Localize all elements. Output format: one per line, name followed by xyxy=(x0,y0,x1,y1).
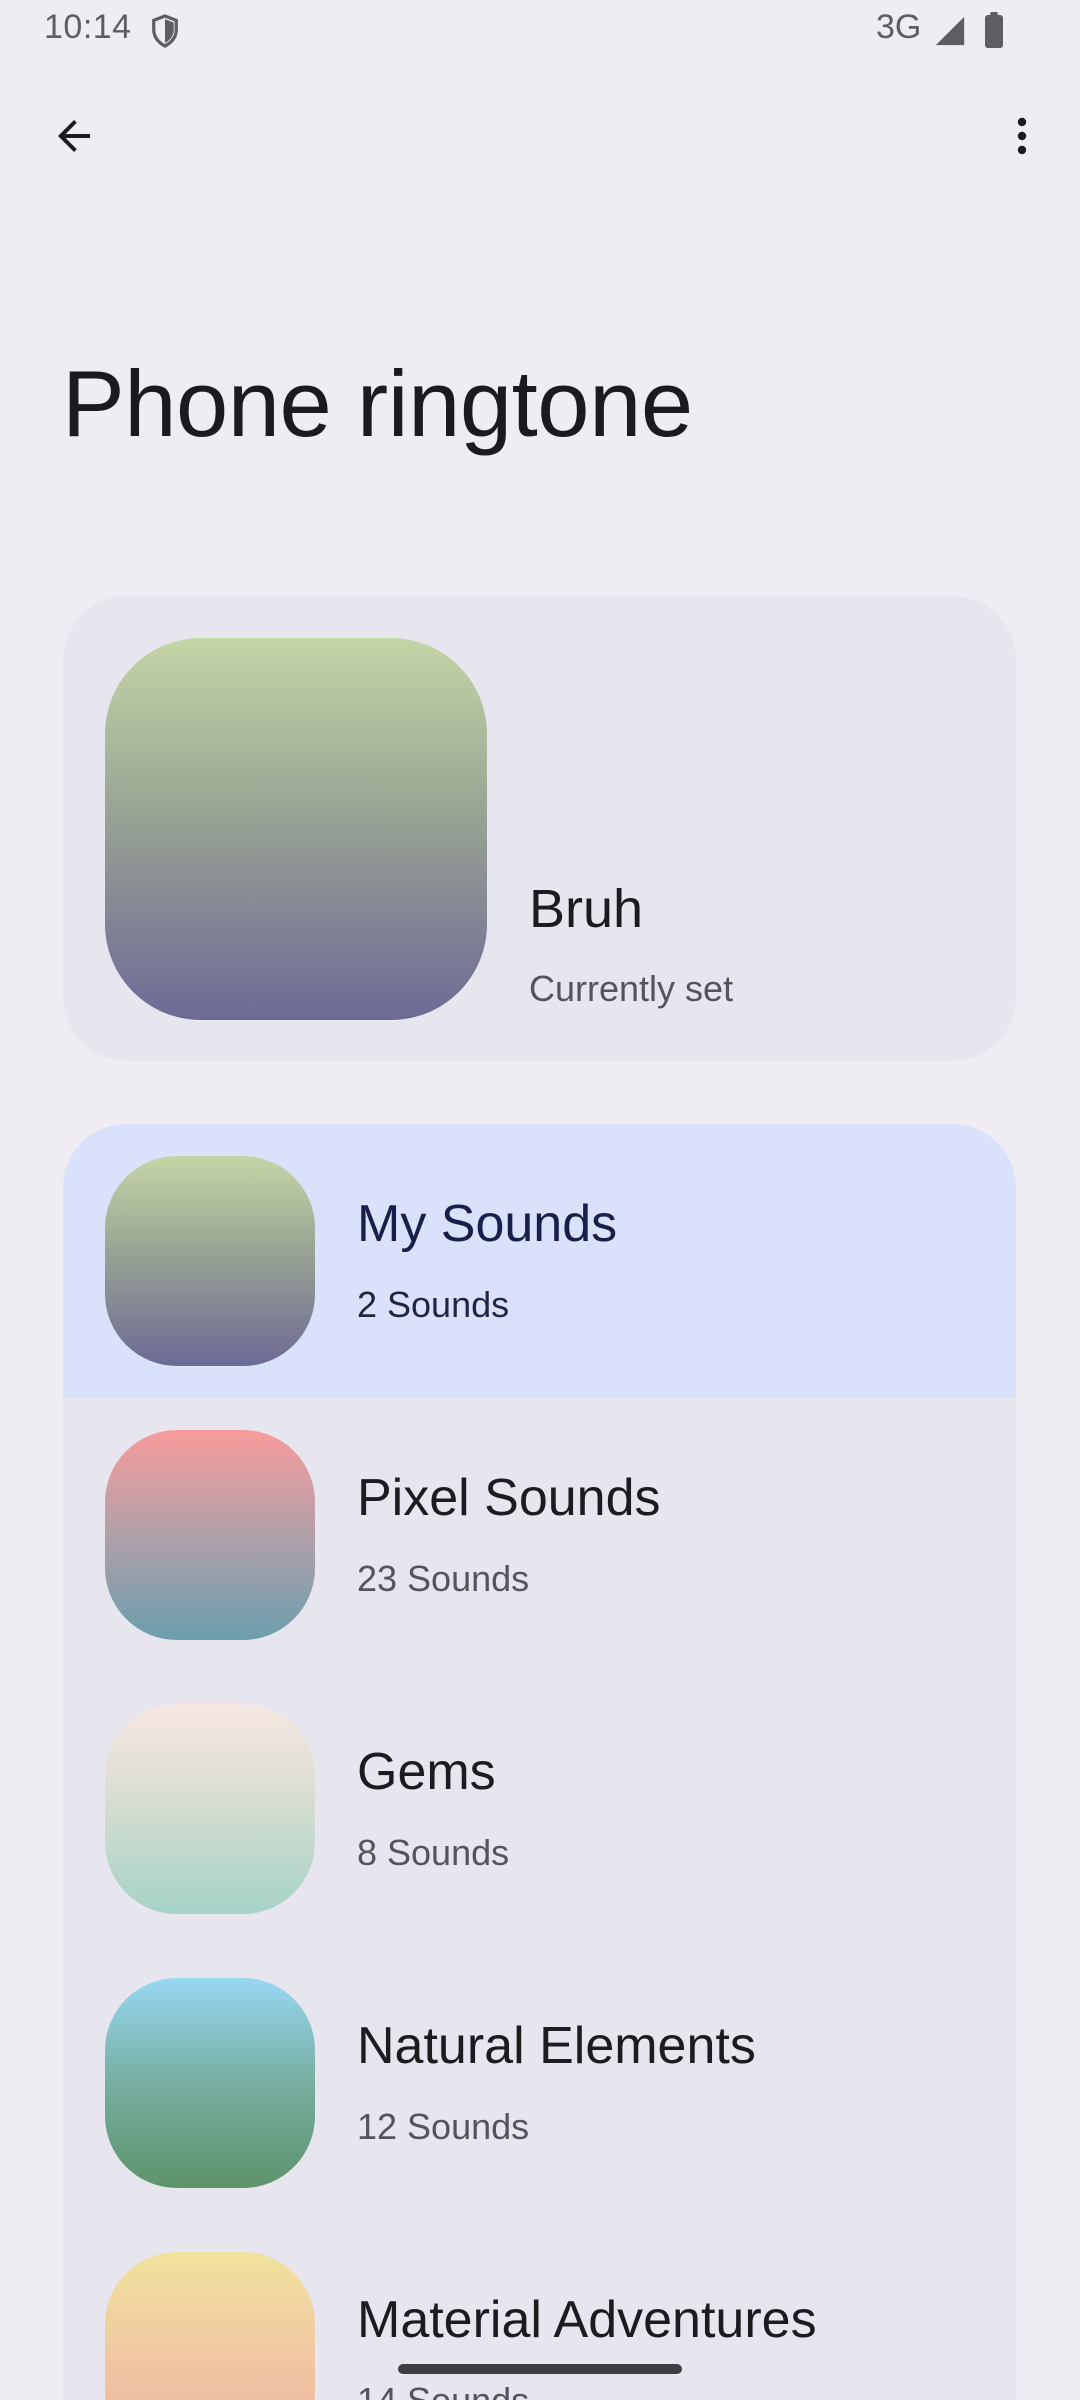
current-ringtone-name: Bruh xyxy=(529,879,644,939)
arrow-back-icon xyxy=(58,120,90,152)
sound-category-list: My Sounds 2 Sounds Pixel Sounds 23 Sound… xyxy=(63,1124,1016,2400)
category-natural-elements[interactable]: Natural Elements 12 Sounds xyxy=(63,1946,1016,2220)
gesture-nav-handle[interactable] xyxy=(398,2364,682,2374)
category-count: 23 Sounds xyxy=(357,1558,530,1599)
battery-icon xyxy=(985,12,1003,48)
category-title: Pixel Sounds xyxy=(357,1469,661,1527)
back-button[interactable] xyxy=(26,88,122,184)
category-count: 14 Sounds xyxy=(357,2380,529,2400)
shield-icon xyxy=(152,14,178,48)
category-artwork xyxy=(105,1430,315,1640)
ringtone-screen: 10:14 3G Phone ringtone Bruh Currently s… xyxy=(0,0,1080,2400)
category-count: 8 Sounds xyxy=(357,1832,510,1873)
more-options-button[interactable] xyxy=(974,88,1070,184)
category-gems[interactable]: Gems 8 Sounds xyxy=(63,1672,1016,1946)
current-ringtone-card[interactable]: Bruh Currently set xyxy=(63,596,1016,1061)
category-title: Material Adventures xyxy=(357,2291,817,2349)
current-ringtone-status: Currently set xyxy=(529,968,734,1009)
signal-icon xyxy=(935,16,965,46)
category-artwork xyxy=(105,1978,315,2188)
status-time: 10:14 xyxy=(44,8,132,46)
category-title: Natural Elements xyxy=(357,2017,756,2075)
category-title: Gems xyxy=(357,1743,496,1801)
category-artwork xyxy=(105,2252,315,2400)
category-title: My Sounds xyxy=(357,1195,618,1253)
category-pixel-sounds[interactable]: Pixel Sounds 23 Sounds xyxy=(63,1398,1016,1672)
category-my-sounds[interactable]: My Sounds 2 Sounds xyxy=(63,1124,1016,1398)
more-vert-icon xyxy=(1017,117,1027,155)
current-ringtone-artwork xyxy=(105,638,487,1020)
category-artwork xyxy=(105,1704,315,1914)
category-count: 12 Sounds xyxy=(357,2106,530,2147)
category-artwork xyxy=(105,1156,315,1366)
page-title: Phone ringtone xyxy=(62,351,693,456)
category-count: 2 Sounds xyxy=(357,1284,510,1325)
status-bar: 10:14 3G xyxy=(0,0,1080,64)
network-type: 3G xyxy=(876,8,922,46)
